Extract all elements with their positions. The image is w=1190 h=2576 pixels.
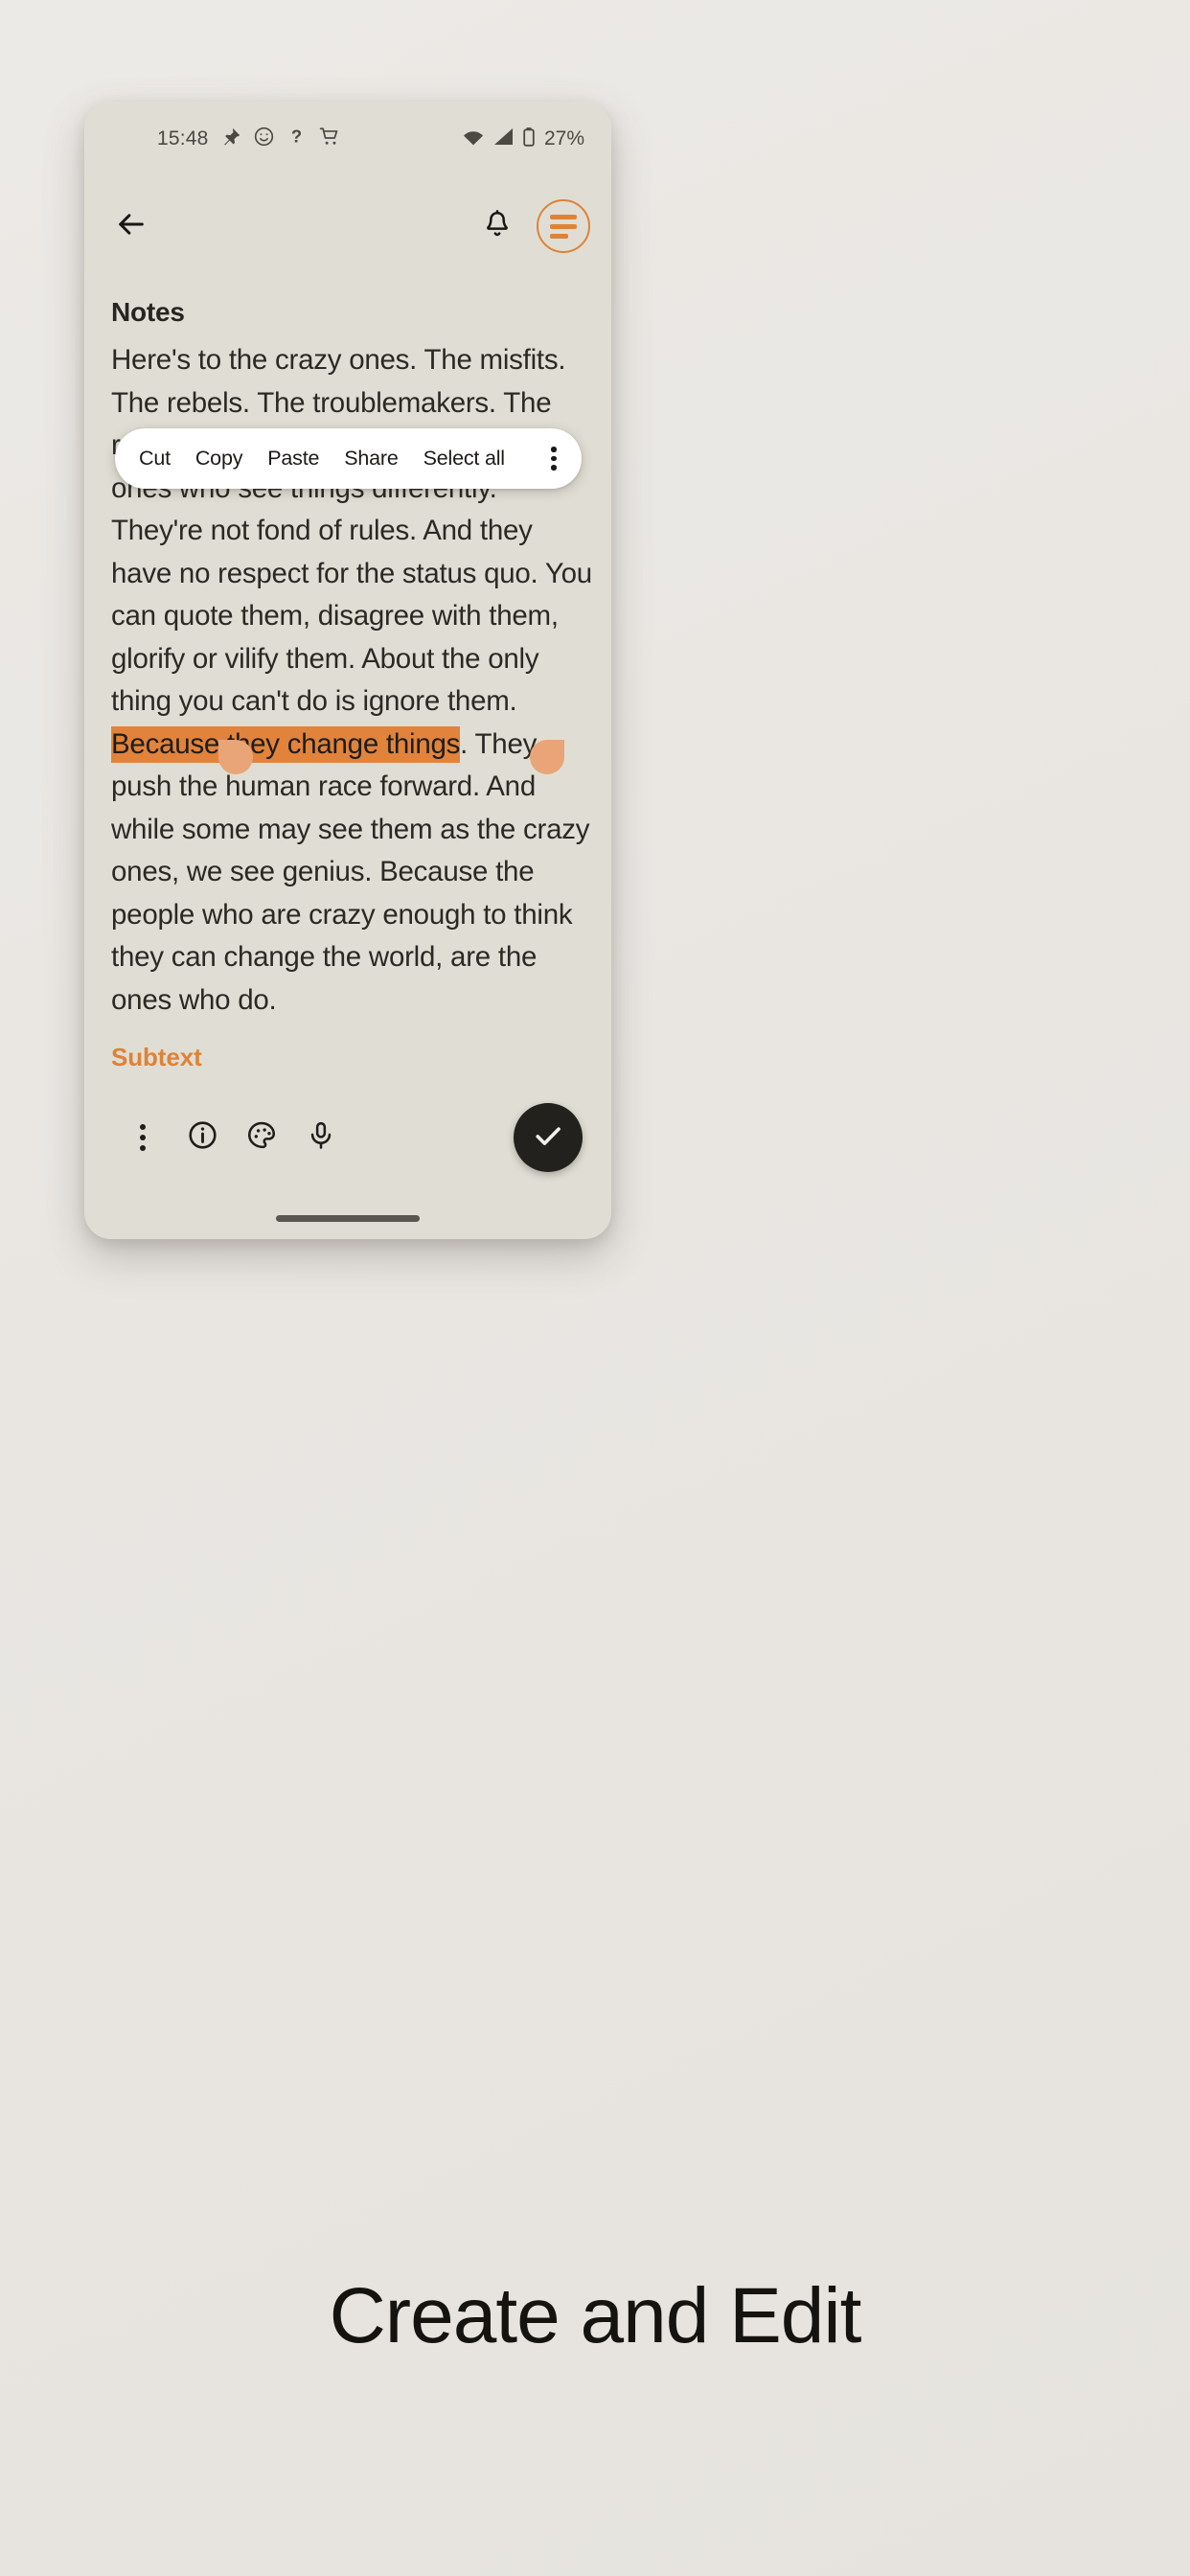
cart-icon	[318, 126, 341, 152]
status-bar-right: 27%	[462, 126, 584, 152]
battery-icon	[522, 126, 536, 152]
battery-percent: 27%	[543, 127, 584, 150]
status-bar: 15:48 ? 27%	[84, 102, 611, 176]
note-text-selected[interactable]: Because they change things	[111, 725, 460, 763]
help-icon: ?	[286, 126, 307, 152]
hamburger-menu-button[interactable]	[537, 199, 590, 253]
page-caption: Create and Edit	[329, 2272, 862, 2359]
more-dot-3	[551, 465, 557, 471]
microphone-icon	[306, 1120, 336, 1156]
note-text-after-selection: . They push the human race forward. And …	[111, 727, 590, 1016]
note-text-before-selection: Here's to the crazy ones. The misfits. T…	[111, 344, 592, 717]
note-subtext[interactable]: Subtext	[84, 1022, 611, 1072]
more-dot-b	[140, 1135, 146, 1140]
status-bar-left: 15:48 ?	[157, 126, 341, 152]
bell-icon	[482, 209, 513, 244]
voice-input-button[interactable]	[291, 1108, 351, 1167]
more-dot-1	[551, 447, 557, 452]
color-palette-button[interactable]	[232, 1108, 291, 1167]
save-note-button[interactable]	[514, 1103, 583, 1172]
more-vertical-icon	[140, 1124, 146, 1130]
pin-icon	[220, 126, 241, 152]
signal-icon	[493, 127, 514, 150]
context-menu-item-paste[interactable]: Paste	[255, 447, 332, 471]
arrow-left-icon	[115, 208, 148, 245]
back-button[interactable]	[105, 200, 157, 252]
context-menu-item-copy[interactable]: Copy	[183, 447, 255, 471]
more-dot-2	[551, 455, 557, 462]
wifi-icon	[462, 127, 485, 150]
more-vertical-icon[interactable]	[539, 447, 568, 471]
hamburger-icon-bar-3	[550, 233, 568, 239]
note-title: Notes	[111, 297, 185, 327]
selection-handle-start[interactable]	[218, 740, 253, 774]
notifications-button[interactable]	[471, 200, 523, 252]
phone-frame: 15:48 ? 27% Notes Here's to the crazy on…	[84, 102, 611, 1239]
home-indicator	[276, 1215, 420, 1222]
info-circle-icon	[187, 1119, 218, 1156]
text-selection-context-menu: Cut Copy Paste Share Select all	[115, 428, 582, 489]
hamburger-icon	[550, 214, 577, 219]
hamburger-icon-bar-2	[550, 223, 577, 229]
bottom-toolbar	[84, 1092, 611, 1184]
more-options-button[interactable]	[113, 1108, 172, 1167]
palette-icon	[245, 1119, 278, 1157]
status-clock: 15:48	[157, 127, 209, 150]
context-menu-item-share[interactable]: Share	[332, 447, 410, 471]
more-dot-c	[140, 1145, 146, 1151]
info-button[interactable]	[172, 1108, 232, 1167]
context-menu-item-select-all[interactable]: Select all	[411, 447, 517, 471]
svg-text:?: ?	[290, 126, 301, 147]
app-bar	[84, 176, 611, 276]
context-menu-item-cut[interactable]: Cut	[126, 447, 183, 471]
selection-handle-end[interactable]	[530, 740, 564, 774]
emoji-icon	[253, 126, 275, 152]
check-icon	[531, 1118, 565, 1158]
